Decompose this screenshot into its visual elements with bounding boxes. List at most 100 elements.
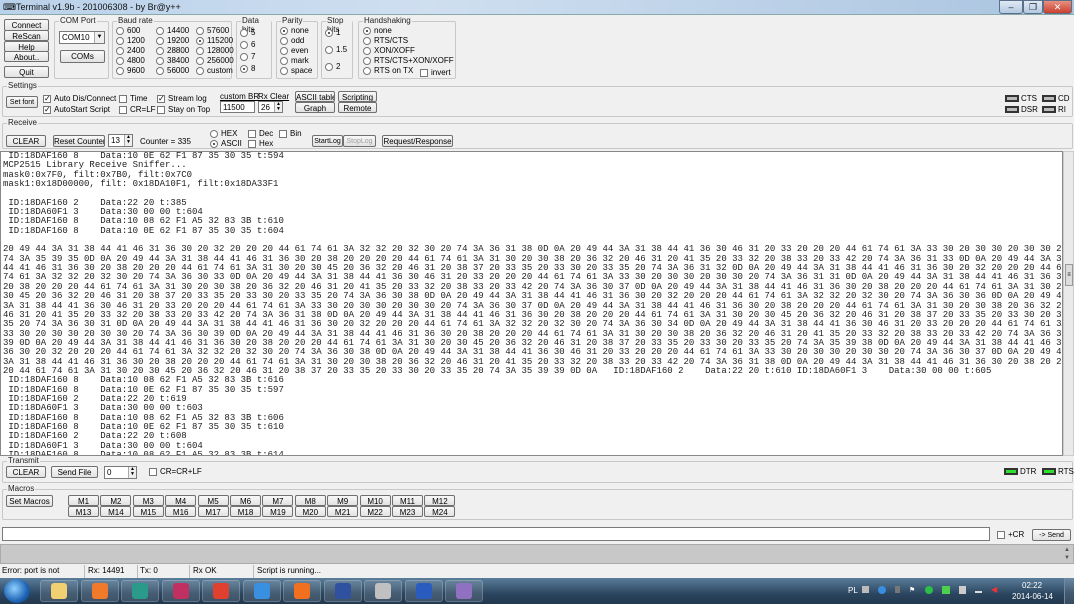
custom-br-input[interactable]: 11500	[220, 101, 255, 113]
cr-crlf-checkbox[interactable]: CR=CR+LF	[149, 467, 202, 476]
send-input[interactable]	[2, 527, 990, 541]
maximize-button[interactable]: ❐	[1023, 0, 1043, 14]
taskbar-app-icon[interactable]	[323, 580, 362, 602]
rx-clear-spinner[interactable]: 26 ▲ ▼	[258, 101, 283, 113]
macro-button-m17[interactable]: M17	[197, 506, 229, 517]
baud-4800-radio[interactable]: 4800	[116, 56, 145, 65]
baud-custom-radio[interactable]: custom	[196, 66, 233, 75]
baud-9600-radio[interactable]: 9600	[116, 66, 145, 75]
network-icon[interactable]	[975, 586, 982, 593]
macro-button-m3[interactable]: M3	[132, 495, 164, 506]
baud-115200-radio[interactable]: 115200	[196, 36, 233, 45]
macro-button-m19[interactable]: M19	[262, 506, 294, 517]
stop-bits-2-radio[interactable]: 2	[325, 62, 340, 71]
autostart-script-checkbox[interactable]: ✓ AutoStart Script	[43, 105, 110, 114]
baud-28800-radio[interactable]: 28800	[156, 46, 189, 55]
about-button[interactable]: About..	[4, 51, 49, 62]
taskbar-grid-app[interactable]	[161, 580, 200, 602]
macro-button-m4[interactable]: M4	[165, 495, 197, 506]
transmit-spinner[interactable]: 0 ▲ ▼	[104, 466, 137, 479]
language-indicator[interactable]: PL	[848, 586, 858, 595]
baud-57600-radio[interactable]: 57600	[196, 26, 229, 35]
show-desktop-button[interactable]	[1064, 578, 1074, 604]
parity-space-radio[interactable]: space	[280, 66, 312, 75]
baud-56000-radio[interactable]: 56000	[156, 66, 189, 75]
receive-scrollbar[interactable]: ≡	[1063, 151, 1074, 456]
macro-button-m24[interactable]: M24	[424, 506, 456, 517]
receive-text-area[interactable]: ID:18DAF160 8 Data:10 0E 62 F1 87 35 30 …	[0, 151, 1063, 456]
macro-button-m22[interactable]: M22	[359, 506, 391, 517]
tray-sync-icon[interactable]	[942, 586, 950, 594]
macro-button-m20[interactable]: M20	[294, 506, 326, 517]
flag-icon[interactable]: ⚑	[909, 586, 916, 594]
hex-checkbox[interactable]: Hex	[248, 139, 273, 148]
stop-bits-1-radio[interactable]: 1.5	[325, 45, 347, 54]
start-button[interactable]	[4, 579, 30, 603]
baud-2400-radio[interactable]: 2400	[116, 46, 145, 55]
macro-button-m23[interactable]: M23	[392, 506, 423, 517]
transmit-history-area[interactable]: ▲ ▼	[0, 544, 1074, 564]
handshaking-2-radio[interactable]: XON/XOFF	[363, 46, 415, 55]
keyboard-icon[interactable]	[862, 586, 869, 593]
clock-date[interactable]: 2014-06-14	[1012, 592, 1053, 601]
start-log-button[interactable]: StartLog	[312, 135, 343, 147]
send-file-button[interactable]: Send File	[51, 466, 98, 478]
quit-button[interactable]: Quit	[4, 66, 49, 78]
handshaking-3-radio[interactable]: RTS/CTS+XON/XOFF	[363, 56, 454, 65]
macro-button-m1[interactable]: M1	[68, 495, 99, 506]
macro-button-m12[interactable]: M12	[424, 495, 456, 506]
handshaking-1-radio[interactable]: RTS/CTS	[363, 36, 408, 45]
macro-button-m7[interactable]: M7	[262, 495, 294, 506]
baud-38400-radio[interactable]: 38400	[156, 56, 189, 65]
remote-button[interactable]: Remote	[338, 102, 377, 113]
stay-on-top-checkbox[interactable]: Stay on Top	[157, 105, 210, 114]
tray-green-icon[interactable]	[925, 586, 933, 594]
set-font-button[interactable]: Set font	[6, 96, 38, 108]
counter-spinner[interactable]: 13 ▲ ▼	[108, 134, 133, 147]
plus-cr-checkbox[interactable]: +CR	[997, 530, 1024, 539]
taskbar-windows-explorer[interactable]	[40, 580, 78, 602]
transmit-clear-button[interactable]: CLEAR	[6, 466, 46, 478]
receive-clear-button[interactable]: CLEAR	[6, 135, 46, 147]
cr-lf-checkbox[interactable]: CR=LF	[119, 105, 156, 114]
taskbar-paint[interactable]	[445, 580, 483, 602]
clock-time[interactable]: 02:22	[1022, 581, 1042, 590]
baud-128000-radio[interactable]: 128000	[196, 46, 234, 55]
parity-even-radio[interactable]: even	[280, 46, 308, 55]
stream-log-checkbox[interactable]: ✓ Stream log	[157, 94, 207, 103]
parity-mark-radio[interactable]: mark	[280, 56, 309, 65]
taskbar-internet-explorer[interactable]	[242, 580, 281, 602]
stop-bits-0-radio[interactable]: 1	[325, 28, 340, 37]
macro-button-m11[interactable]: M11	[392, 495, 423, 506]
baud-1200-radio[interactable]: 1200	[116, 36, 145, 45]
macro-button-m9[interactable]: M9	[327, 495, 359, 506]
taskbar-media-player[interactable]	[80, 580, 119, 602]
macro-button-m14[interactable]: M14	[100, 506, 132, 517]
send-button[interactable]: -> Send	[1032, 529, 1071, 541]
coms-button[interactable]: COMs	[60, 50, 105, 63]
parity-odd-radio[interactable]: odd	[280, 36, 304, 45]
tray-small-icon[interactable]	[895, 586, 900, 593]
handshaking-0-radio[interactable]: none	[363, 26, 392, 35]
tray-app-icon[interactable]	[878, 586, 886, 594]
data-bits-8-radio[interactable]: 8	[240, 64, 255, 73]
auto-dis-connect-checkbox[interactable]: ✓ Auto Dis/Connect	[43, 94, 116, 103]
time-checkbox[interactable]: Time	[119, 94, 147, 103]
scripting-button[interactable]: Scripting	[338, 91, 377, 102]
baud-600-radio[interactable]: 600	[116, 26, 140, 35]
baud-14400-radio[interactable]: 14400	[156, 26, 189, 35]
macro-button-m16[interactable]: M16	[165, 506, 197, 517]
macro-button-m6[interactable]: M6	[230, 495, 261, 506]
taskbar-chrome[interactable]	[202, 580, 240, 602]
taskbar-oscilloscope[interactable]	[121, 580, 159, 602]
graph-button[interactable]: Graph	[295, 102, 335, 113]
data-bits-7-radio[interactable]: 7	[240, 52, 255, 61]
taskbar-terminal[interactable]	[364, 580, 402, 602]
taskbar-word[interactable]	[404, 580, 443, 602]
scroll-thumb[interactable]: ≡	[1065, 264, 1073, 286]
macro-button-m18[interactable]: M18	[230, 506, 261, 517]
macro-button-m2[interactable]: M2	[100, 495, 132, 506]
bin-checkbox[interactable]: Bin	[279, 129, 302, 138]
dec-checkbox[interactable]: Dec	[248, 129, 273, 138]
set-macros-button[interactable]: Set Macros	[6, 495, 53, 507]
